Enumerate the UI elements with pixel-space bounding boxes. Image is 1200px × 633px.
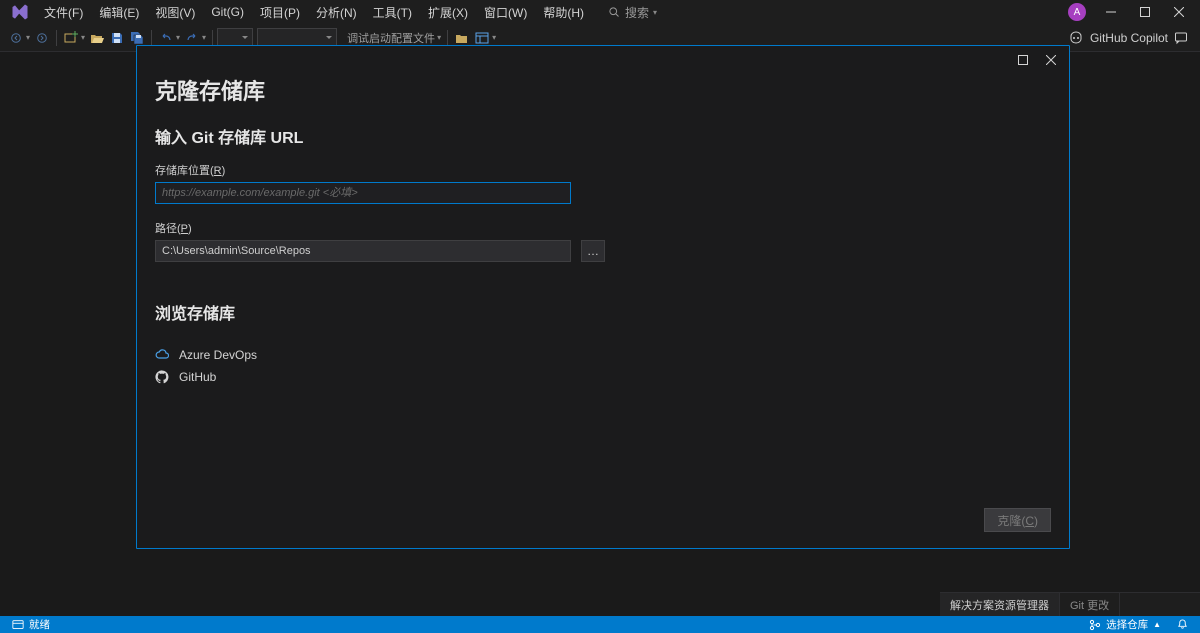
menu-extensions[interactable]: 扩展(X) xyxy=(420,1,476,24)
clone-button[interactable]: 克隆(C) xyxy=(984,508,1051,532)
main-menu: 文件(F) 编辑(E) 视图(V) Git(G) 项目(P) 分析(N) 工具(… xyxy=(36,1,592,24)
status-add-source-control[interactable]: 选择仓库 ▲ xyxy=(1081,616,1169,633)
search-launcher[interactable]: 搜索 ▾ xyxy=(608,4,659,21)
status-bar: 就绪 选择仓库 ▲ xyxy=(0,616,1200,633)
debug-config-label: 调试启动配置文件 xyxy=(345,30,437,46)
bottom-dock-tabs: 解决方案资源管理器 Git 更改 xyxy=(940,592,1200,616)
output-icon xyxy=(12,619,24,631)
chevron-down-icon[interactable]: ▾ xyxy=(26,33,30,42)
dialog-title-bar xyxy=(137,46,1069,74)
github-icon xyxy=(155,370,169,384)
menu-git[interactable]: Git(G) xyxy=(203,2,252,22)
menu-tools[interactable]: 工具(T) xyxy=(365,1,420,24)
chevron-down-icon[interactable]: ▾ xyxy=(437,33,441,42)
menu-project[interactable]: 项目(P) xyxy=(252,1,308,24)
chevron-down-icon: ▾ xyxy=(653,8,657,17)
tab-git-changes[interactable]: Git 更改 xyxy=(1060,593,1120,616)
search-label: 搜索 xyxy=(625,4,649,21)
visual-studio-icon xyxy=(10,2,30,22)
section-enter-url: 输入 Git 存储库 URL xyxy=(155,124,1051,148)
menu-file[interactable]: 文件(F) xyxy=(36,1,91,24)
window-minimize-button[interactable] xyxy=(1094,0,1128,24)
cloud-icon xyxy=(155,348,169,362)
chat-icon xyxy=(1174,31,1188,45)
repo-url-input[interactable] xyxy=(155,182,571,204)
dialog-close-button[interactable] xyxy=(1037,48,1065,72)
menu-window[interactable]: 窗口(W) xyxy=(476,1,535,24)
title-bar: 文件(F) 编辑(E) 视图(V) Git(G) 项目(P) 分析(N) 工具(… xyxy=(0,0,1200,24)
browse-path-button[interactable]: … xyxy=(581,240,605,262)
provider-label: Azure DevOps xyxy=(179,348,257,362)
dialog-maximize-button[interactable] xyxy=(1009,48,1037,72)
copilot-label: GitHub Copilot xyxy=(1090,31,1168,45)
status-ready[interactable]: 就绪 xyxy=(4,616,58,633)
new-project-button[interactable] xyxy=(61,28,81,48)
status-select-repo-label: 选择仓库 xyxy=(1106,617,1148,632)
source-control-icon xyxy=(1089,619,1101,631)
github-copilot-button[interactable]: GitHub Copilot xyxy=(1068,30,1194,46)
window-close-button[interactable] xyxy=(1162,0,1196,24)
user-avatar[interactable]: A xyxy=(1068,3,1086,21)
bell-icon xyxy=(1177,619,1188,630)
tab-solution-explorer[interactable]: 解决方案资源管理器 xyxy=(940,593,1060,616)
repo-location-label: 存储库位置(R) xyxy=(155,162,1051,178)
status-ready-label: 就绪 xyxy=(29,617,50,632)
menu-help[interactable]: 帮助(H) xyxy=(535,1,592,24)
clone-repository-dialog: 克隆存储库 输入 Git 存储库 URL 存储库位置(R) 路径(P) … 浏览… xyxy=(136,45,1070,549)
chevron-down-icon[interactable]: ▾ xyxy=(176,33,180,42)
provider-label: GitHub xyxy=(179,370,216,384)
chevron-down-icon[interactable]: ▾ xyxy=(492,33,496,42)
open-file-button[interactable] xyxy=(87,28,107,48)
menu-edit[interactable]: 编辑(E) xyxy=(91,1,147,24)
provider-github[interactable]: GitHub xyxy=(155,366,1051,388)
chevron-down-icon[interactable]: ▾ xyxy=(81,33,85,42)
path-input[interactable] xyxy=(155,240,571,262)
nav-back-button[interactable] xyxy=(6,28,26,48)
path-label: 路径(P) xyxy=(155,220,1051,236)
chevron-down-icon[interactable]: ▾ xyxy=(202,33,206,42)
provider-azure-devops[interactable]: Azure DevOps xyxy=(155,344,1051,366)
nav-forward-button[interactable] xyxy=(32,28,52,48)
dialog-title: 克隆存储库 xyxy=(155,74,1051,106)
menu-view[interactable]: 视图(V) xyxy=(147,1,203,24)
status-notifications[interactable] xyxy=(1169,616,1196,633)
save-button[interactable] xyxy=(107,28,127,48)
window-maximize-button[interactable] xyxy=(1128,0,1162,24)
menu-analyze[interactable]: 分析(N) xyxy=(308,1,365,24)
section-browse-repo: 浏览存储库 xyxy=(155,300,1051,324)
